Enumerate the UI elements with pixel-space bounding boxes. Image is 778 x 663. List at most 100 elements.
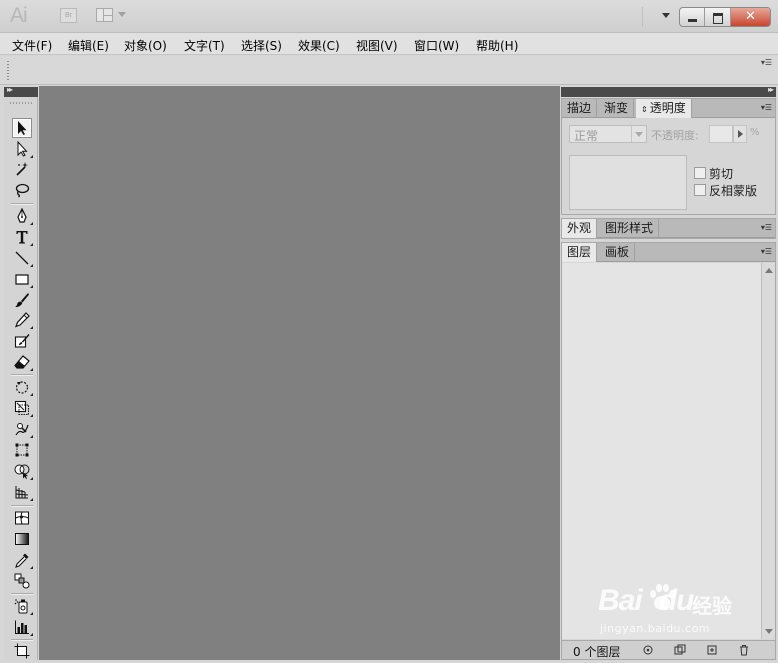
scroll-up-icon[interactable] <box>765 268 773 273</box>
make-clipping-mask-icon[interactable] <box>674 644 686 656</box>
tool-flyout-indicator <box>30 285 33 288</box>
rotate-tool[interactable] <box>12 377 33 397</box>
checkbox-box[interactable] <box>694 167 706 179</box>
menu-type[interactable]: 文字(T) <box>184 37 225 54</box>
artboard-icon <box>14 643 30 659</box>
tab-cycle-icon: ⇕ <box>641 105 648 114</box>
blend-icon <box>14 573 30 589</box>
warp-icon <box>15 423 29 436</box>
workspace-switcher-chevron-icon[interactable] <box>662 13 670 18</box>
panel-tab-row: 描边 渐变 ⇕ 透明度 ▾☰ <box>562 99 775 118</box>
mesh-tool[interactable] <box>12 508 32 528</box>
tools-panel <box>4 97 38 660</box>
eyedropper-tool[interactable] <box>12 550 33 570</box>
perspective-grid-icon <box>15 486 29 499</box>
tool-separator <box>11 505 33 506</box>
tab-stroke[interactable]: 描边 <box>562 99 598 118</box>
window-controls: ✕ <box>679 7 771 27</box>
brush-icon <box>15 293 29 308</box>
magic-wand-tool[interactable] <box>12 159 32 179</box>
artboard-tool[interactable] <box>12 641 32 661</box>
bridge-button[interactable]: Br <box>60 8 77 23</box>
opacity-input[interactable] <box>709 125 733 143</box>
pen-tool[interactable] <box>12 206 33 226</box>
tab-artboards[interactable]: 画板 <box>600 243 636 262</box>
document-canvas[interactable] <box>39 86 560 660</box>
column-graph-tool[interactable] <box>12 617 33 637</box>
tools-panel-grip[interactable] <box>10 102 32 104</box>
dock-header[interactable]: ▸▸ <box>561 85 776 97</box>
warp-tool[interactable] <box>12 419 33 439</box>
delete-layer-icon[interactable] <box>738 644 750 656</box>
pencil-icon <box>14 312 30 328</box>
rectangle-tool[interactable] <box>12 269 33 289</box>
menu-window[interactable]: 窗口(W) <box>414 37 459 54</box>
rotate-icon <box>15 381 29 394</box>
control-bar-grip[interactable] <box>7 61 9 81</box>
close-button[interactable]: ✕ <box>730 8 770 26</box>
tab-layers[interactable]: 图层 <box>562 243 598 262</box>
free-transform-tool[interactable] <box>12 440 32 460</box>
eraser-tool[interactable] <box>12 352 33 372</box>
checkbox-box[interactable] <box>694 184 706 196</box>
line-icon <box>15 251 29 265</box>
pencil-tool[interactable] <box>12 310 33 330</box>
opacity-slider-button[interactable] <box>733 125 747 143</box>
panel-menu-icon[interactable]: ▾☰ <box>761 58 772 67</box>
create-sublayer-icon[interactable] <box>706 644 718 656</box>
shape-builder-icon <box>14 464 30 479</box>
tool-flyout-indicator <box>30 498 33 501</box>
menu-select[interactable]: 选择(S) <box>241 37 282 54</box>
panel-menu-icon[interactable]: ▾☰ <box>761 247 772 256</box>
blob-brush-tool[interactable] <box>12 331 32 351</box>
panel-menu-icon[interactable]: ▾☰ <box>761 223 772 232</box>
menu-edit[interactable]: 编辑(E) <box>68 37 109 54</box>
tools-panel-header[interactable]: ▸▸ <box>4 85 38 97</box>
gradient-tool[interactable] <box>12 529 32 549</box>
opacity-label: 不透明度: <box>651 129 699 142</box>
invert-mask-checkbox[interactable]: 反相蒙版 <box>694 183 757 198</box>
tool-separator <box>11 374 33 375</box>
tab-transparency[interactable]: ⇕ 透明度 <box>636 99 692 118</box>
panel-tab-row: 外观 图形样式 ▾☰ <box>562 219 775 238</box>
perspective-grid-tool[interactable] <box>12 482 33 502</box>
blend-mode-select[interactable]: 正常 <box>569 125 647 143</box>
tab-gradient[interactable]: 渐变 <box>599 99 635 118</box>
lasso-tool[interactable] <box>12 180 32 200</box>
tab-graphic-styles[interactable]: 图形样式 <box>600 219 660 238</box>
transparency-panel: 描边 渐变 ⇕ 透明度 ▾☰ 正常 不透明度: % 剪切 反相蒙版 <box>561 98 776 215</box>
menu-help[interactable]: 帮助(H) <box>476 37 518 54</box>
paintbrush-tool[interactable] <box>12 290 32 310</box>
baidu-watermark: Bai●du 经验 jingyan.baidu.com <box>592 580 762 640</box>
arrange-documents-button[interactable] <box>96 8 128 24</box>
menu-file[interactable]: 文件(F) <box>12 37 52 54</box>
selection-tool[interactable] <box>12 118 32 138</box>
layers-scrollbar[interactable] <box>761 263 775 639</box>
tab-transparency-label: 透明度 <box>649 101 686 115</box>
tool-flyout-indicator <box>30 393 33 396</box>
blend-tool[interactable] <box>12 571 32 591</box>
arrow-black-icon <box>18 121 27 135</box>
type-tool[interactable] <box>12 227 33 247</box>
maximize-button[interactable] <box>705 8 731 26</box>
tool-flyout-indicator <box>30 368 33 371</box>
transparency-thumbnail <box>569 155 687 210</box>
tool-separator <box>11 639 33 640</box>
shape-builder-tool[interactable] <box>12 461 33 481</box>
blob-brush-icon <box>14 334 30 348</box>
direct-selection-tool[interactable] <box>12 139 33 159</box>
arrange-grid-icon <box>96 8 113 22</box>
symbol-sprayer-tool[interactable] <box>12 596 33 616</box>
scroll-down-icon[interactable] <box>765 629 773 634</box>
menu-effect[interactable]: 效果(C) <box>298 37 340 54</box>
minimize-button[interactable] <box>680 8 706 26</box>
menu-view[interactable]: 视图(V) <box>356 37 398 54</box>
tab-appearance[interactable]: 外观 <box>562 219 598 238</box>
clip-checkbox[interactable]: 剪切 <box>694 166 733 181</box>
panel-menu-icon[interactable]: ▾☰ <box>761 103 772 112</box>
scale-tool[interactable] <box>12 398 33 418</box>
line-segment-tool[interactable] <box>12 248 33 268</box>
locate-object-icon[interactable] <box>642 644 654 656</box>
menu-object[interactable]: 对象(O) <box>124 37 167 54</box>
layer-count: 0 个图层 <box>573 645 621 659</box>
